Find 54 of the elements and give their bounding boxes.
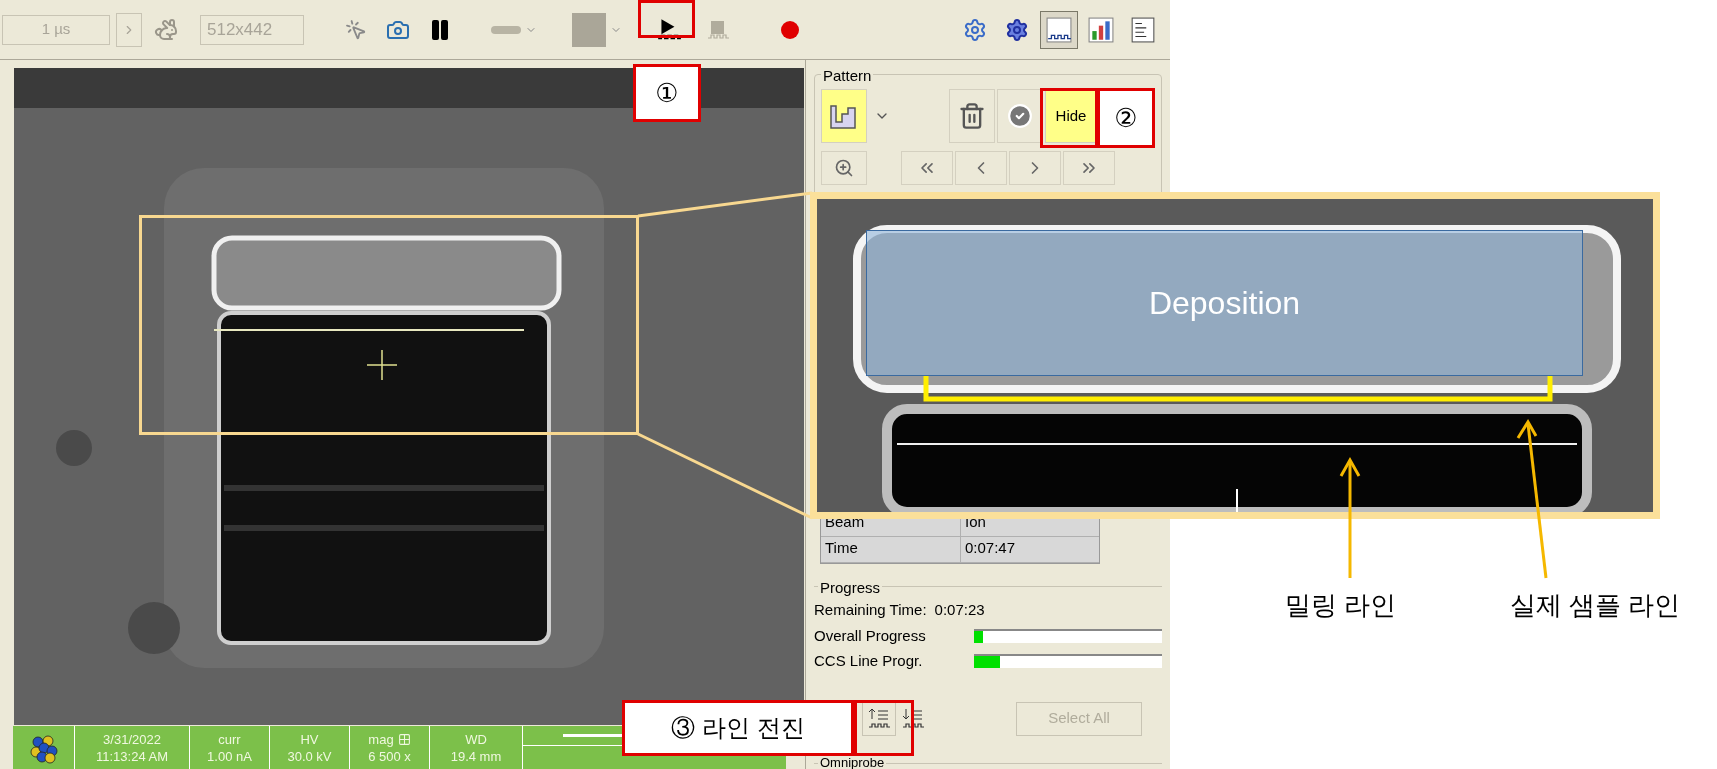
zoom-icon — [834, 158, 854, 178]
remaining-label: Remaining Time: — [814, 600, 927, 620]
rabbit-icon — [154, 17, 178, 42]
status-label: mag — [368, 730, 394, 748]
callout-frame — [638, 0, 695, 38]
callout-frame — [854, 700, 914, 756]
remaining-value: 0:07:23 — [934, 600, 985, 620]
check-icon — [1007, 103, 1033, 129]
gear-icon — [963, 17, 987, 42]
property-value: 0:07:47 — [964, 538, 1017, 558]
line-up-button[interactable] — [862, 701, 896, 736]
deposition-area: Deposition — [866, 230, 1583, 376]
check-button[interactable] — [997, 89, 1043, 143]
grid-icon — [397, 732, 411, 746]
status-value: 11:13:24 AM — [95, 747, 168, 765]
status-label: curr — [218, 730, 241, 748]
callout-label: ③ 라인 전진 — [622, 700, 854, 756]
status-value: 6 500 x — [368, 747, 411, 765]
scan-icon — [491, 25, 521, 34]
zoom-button[interactable] — [821, 151, 867, 185]
annotation-label: 밀링 라인 — [1285, 589, 1397, 622]
pointer-icon — [345, 18, 367, 41]
status-value: 19.4 mm — [450, 747, 502, 765]
progress-label: CCS Line Progr. — [814, 651, 924, 671]
document-icon — [1130, 16, 1156, 43]
staircase-icon — [829, 102, 859, 130]
dwell-field[interactable]: 1 µs — [2, 14, 110, 45]
square-icon — [572, 12, 606, 47]
line-down-icon — [901, 706, 925, 731]
navigation-button[interactable] — [901, 151, 953, 185]
status-label: HV — [300, 730, 319, 748]
hide-button[interactable]: Hide — [1045, 89, 1097, 143]
group-title: Omniprobe — [818, 756, 887, 769]
view-button[interactable] — [1040, 10, 1078, 49]
progress-label: Overall Progress — [814, 625, 927, 646]
callout-label: ② — [1097, 88, 1155, 148]
annotation-label: 실제 샘플 라인 — [1510, 589, 1681, 622]
status-label: 3/31/2022 — [103, 730, 161, 748]
record-icon — [781, 20, 799, 39]
pattern-shape-button[interactable] — [821, 89, 867, 143]
resolution-field[interactable]: 512x442 — [200, 14, 304, 45]
slider-line — [563, 734, 623, 737]
wave-icon — [1046, 16, 1072, 43]
delete-button[interactable] — [949, 89, 995, 143]
property-label: Time — [821, 537, 961, 562]
chart-icon — [1088, 16, 1114, 43]
trash-icon — [958, 102, 986, 130]
status-value: 30.0 kV — [287, 747, 332, 765]
status-label: WD — [465, 730, 487, 748]
gear-icon — [1005, 17, 1029, 42]
navigation-button[interactable] — [1063, 151, 1115, 185]
status-value: 1.00 nA — [207, 747, 252, 765]
callout-label: ① — [633, 64, 701, 122]
line-up-icon — [867, 706, 891, 731]
